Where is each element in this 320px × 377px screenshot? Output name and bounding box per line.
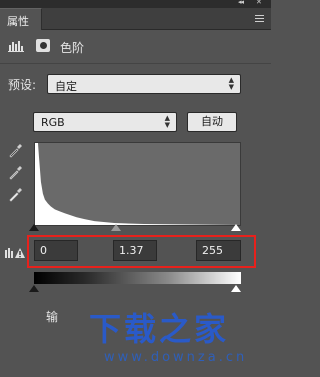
clipping-warning-icon[interactable] [4, 245, 26, 259]
preset-label: 预设: [8, 78, 37, 92]
divider [0, 63, 271, 64]
white-input-slider[interactable] [231, 224, 241, 231]
auto-button[interactable]: 自动 [187, 112, 237, 132]
adjustment-title: 色阶 [60, 41, 85, 55]
watermark-logo: 下载之家 [89, 310, 230, 348]
panel-menu-icon[interactable] [255, 15, 264, 23]
updown-arrow-icon: ▲ ▼ [164, 114, 170, 129]
gamma-input-slider[interactable] [111, 224, 121, 231]
black-input-slider[interactable] [29, 224, 39, 231]
levels-histogram-icon[interactable] [8, 39, 24, 52]
watermark-url: www.downza.cn [104, 350, 248, 365]
channel-select[interactable]: RGB ▲ ▼ [33, 112, 177, 132]
output-label: 输 [46, 310, 59, 324]
histogram [34, 142, 241, 226]
panel-topbar: ◂◂ ✕ [0, 0, 271, 8]
white-input-field[interactable]: 255 [196, 240, 241, 261]
close-panel-icon[interactable]: ✕ [256, 0, 262, 6]
collapse-panel-icon[interactable]: ◂◂ [238, 0, 244, 6]
gamma-input-field[interactable]: 1.37 [113, 240, 157, 261]
channel-value: RGB [41, 116, 65, 129]
tab-properties-label: 属性 [7, 15, 29, 28]
preset-value: 自定 [55, 80, 77, 93]
white-point-eyedropper-icon[interactable] [8, 186, 24, 202]
output-level-sliders [29, 285, 241, 293]
black-input-field[interactable]: 0 [34, 240, 78, 261]
preset-select[interactable]: 自定 ▲ ▼ [47, 74, 241, 94]
white-output-slider[interactable] [231, 285, 241, 292]
black-output-slider[interactable] [29, 285, 39, 292]
layer-mask-icon[interactable] [36, 39, 50, 52]
tab-properties[interactable]: 属性 [0, 8, 42, 30]
gray-point-eyedropper-icon[interactable] [8, 164, 24, 180]
updown-arrow-icon: ▲ ▼ [228, 76, 234, 91]
output-gradient-bar [34, 272, 241, 284]
input-level-sliders [29, 224, 241, 232]
black-point-eyedropper-icon[interactable] [8, 142, 24, 158]
panel-tab-row: 属性 [0, 8, 271, 30]
